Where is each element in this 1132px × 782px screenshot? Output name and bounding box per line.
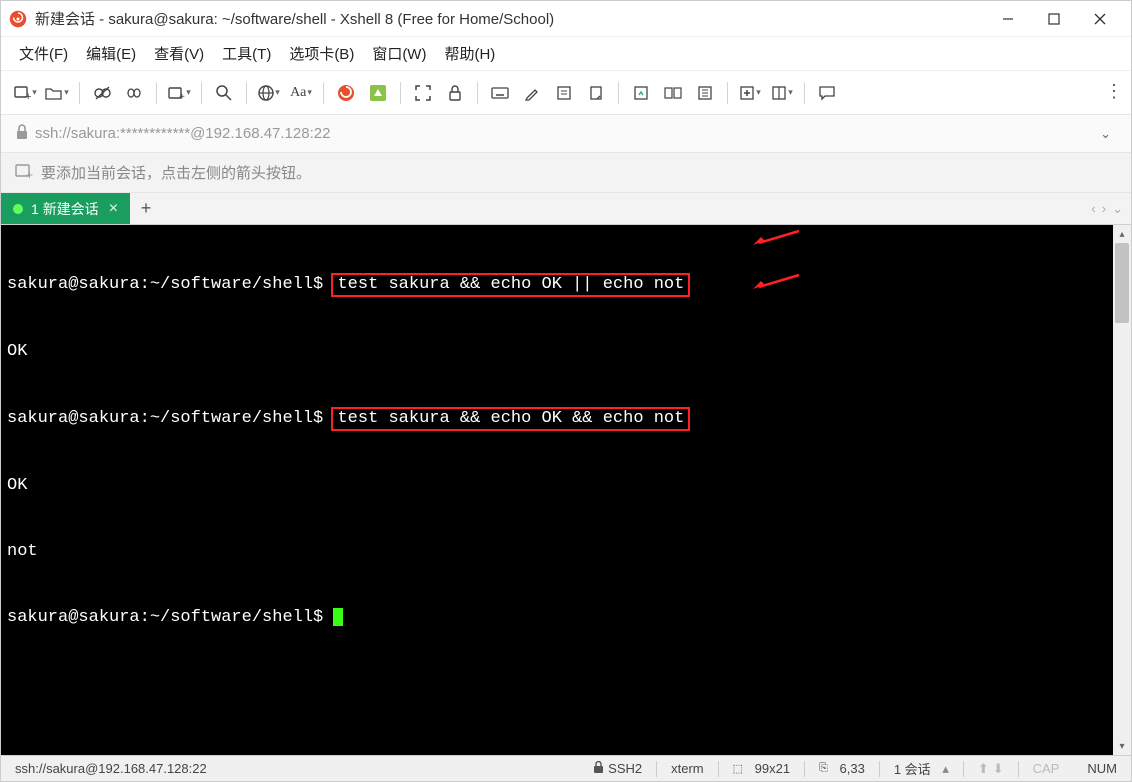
disconnect-button[interactable]	[88, 79, 116, 107]
command-1: test sakura && echo OK || echo not	[331, 273, 690, 297]
status-bar: ssh://sakura@192.168.47.128:22 SSH2 xter…	[1, 755, 1131, 781]
menu-tools[interactable]: 工具(T)	[214, 39, 279, 68]
terminal[interactable]: sakura@sakura:~/software/shell$ test sak…	[1, 225, 1113, 755]
close-button[interactable]	[1077, 3, 1123, 35]
sessions-up-icon[interactable]: ▴	[942, 761, 949, 777]
open-session-button[interactable]: ▾	[43, 79, 71, 107]
maximize-button[interactable]	[1031, 3, 1077, 35]
menu-file[interactable]: 文件(F)	[11, 39, 76, 68]
hint-bar: + 要添加当前会话，点击左侧的箭头按钮。	[1, 153, 1131, 193]
menu-window[interactable]: 窗口(W)	[364, 39, 434, 68]
menu-help[interactable]: 帮助(H)	[436, 39, 503, 68]
menu-tabs[interactable]: 选项卡(B)	[281, 39, 362, 68]
tab-label: 新建会话	[43, 199, 99, 219]
script-button[interactable]	[550, 79, 578, 107]
properties-button[interactable]	[691, 79, 719, 107]
upload-icon: ⬆	[978, 761, 989, 777]
menu-edit[interactable]: 编辑(E)	[78, 39, 144, 68]
tunnels-button[interactable]	[659, 79, 687, 107]
annotation-arrow-icon	[751, 229, 801, 247]
minimize-button[interactable]	[985, 3, 1031, 35]
terminal-area: sakura@sakura:~/software/shell$ test sak…	[1, 225, 1131, 755]
address-dropdown-icon[interactable]: ⌄	[1094, 126, 1117, 142]
prompt: sakura@sakura:~/software/shell$	[7, 409, 323, 428]
annotation-arrow-icon	[751, 273, 801, 291]
log-button[interactable]	[582, 79, 610, 107]
tab-list-icon[interactable]: ⌄	[1112, 201, 1123, 217]
status-protocol: SSH2	[608, 761, 642, 776]
scroll-down-icon[interactable]: ▾	[1113, 737, 1131, 755]
svg-text:+: +	[25, 91, 31, 102]
menu-bar: 文件(F) 编辑(E) 查看(V) 工具(T) 选项卡(B) 窗口(W) 帮助(…	[1, 37, 1131, 71]
hint-text: 要添加当前会话，点击左侧的箭头按钮。	[41, 162, 311, 183]
status-num: NUM	[1073, 761, 1131, 776]
tab-bar: 1 新建会话 × + ‹ › ⌄	[1, 193, 1131, 225]
cursor	[333, 608, 343, 626]
keyboard-button[interactable]	[486, 79, 514, 107]
output-2a: OK	[7, 475, 1107, 497]
menu-view[interactable]: 查看(V)	[146, 39, 212, 68]
svg-text:+: +	[179, 92, 185, 101]
output-1: OK	[7, 341, 1107, 363]
reconnect-button[interactable]	[120, 79, 148, 107]
tab-next-icon[interactable]: ›	[1102, 201, 1106, 216]
address-bar: ssh://sakura:************@192.168.47.128…	[1, 115, 1131, 153]
scroll-up-icon[interactable]: ▴	[1113, 225, 1131, 243]
highlight-button[interactable]	[518, 79, 546, 107]
add-session-icon[interactable]: +	[15, 163, 33, 183]
toolbar-overflow-icon[interactable]: ⋮	[1105, 81, 1123, 102]
prompt: sakura@sakura:~/software/shell$	[7, 275, 323, 294]
lock-icon	[15, 124, 29, 143]
xshell-icon[interactable]	[332, 79, 360, 107]
session-tab[interactable]: 1 新建会话 ×	[1, 193, 130, 224]
status-cap: CAP	[1019, 761, 1074, 776]
new-session-button[interactable]: +▾	[11, 79, 39, 107]
svg-text:+: +	[26, 168, 33, 179]
scrollbar[interactable]: ▴ ▾	[1113, 225, 1131, 755]
encoding-button[interactable]: ▾	[255, 79, 283, 107]
fullscreen-button[interactable]	[409, 79, 437, 107]
address-input[interactable]: ssh://sakura:************@192.168.47.128…	[35, 125, 1094, 142]
output-2b: not	[7, 541, 1107, 563]
scroll-thumb[interactable]	[1115, 243, 1129, 323]
lock-button[interactable]	[441, 79, 469, 107]
window-title: 新建会话 - sakura@sakura: ~/software/shell -…	[35, 8, 985, 29]
tab-close-icon[interactable]: ×	[109, 200, 118, 218]
tab-index: 1	[31, 201, 39, 217]
xftp-icon[interactable]	[364, 79, 392, 107]
tab-prev-icon[interactable]: ‹	[1091, 201, 1095, 216]
font-button[interactable]: Aa▾	[287, 79, 315, 107]
status-size: 99x21	[755, 761, 790, 776]
connection-status-icon	[13, 204, 23, 214]
chat-button[interactable]	[813, 79, 841, 107]
status-cursor-pos: 6,33	[840, 761, 865, 776]
transfer-button[interactable]	[627, 79, 655, 107]
new-tab-icon[interactable]: +	[130, 193, 162, 224]
toolbar: +▾ ▾ +▾ ▾ Aa▾ ▾ ▾	[1, 71, 1131, 115]
download-icon: ⬇	[993, 761, 1004, 777]
command-2: test sakura && echo OK && echo not	[331, 407, 690, 431]
layout-button[interactable]: ▾	[768, 79, 796, 107]
tab-nav: ‹ › ⌄	[1083, 193, 1131, 224]
new-tab-button[interactable]: ▾	[736, 79, 764, 107]
status-sessions: 1 会话	[894, 759, 931, 778]
prompt: sakura@sakura:~/software/shell$	[7, 608, 323, 627]
app-icon	[9, 10, 27, 28]
status-connection: ssh://sakura@192.168.47.128:22	[1, 761, 221, 776]
search-button[interactable]	[210, 79, 238, 107]
lock-icon	[593, 761, 604, 777]
status-term: xterm	[657, 761, 718, 776]
title-bar: 新建会话 - sakura@sakura: ~/software/shell -…	[1, 1, 1131, 37]
copy-button[interactable]: +▾	[165, 79, 193, 107]
